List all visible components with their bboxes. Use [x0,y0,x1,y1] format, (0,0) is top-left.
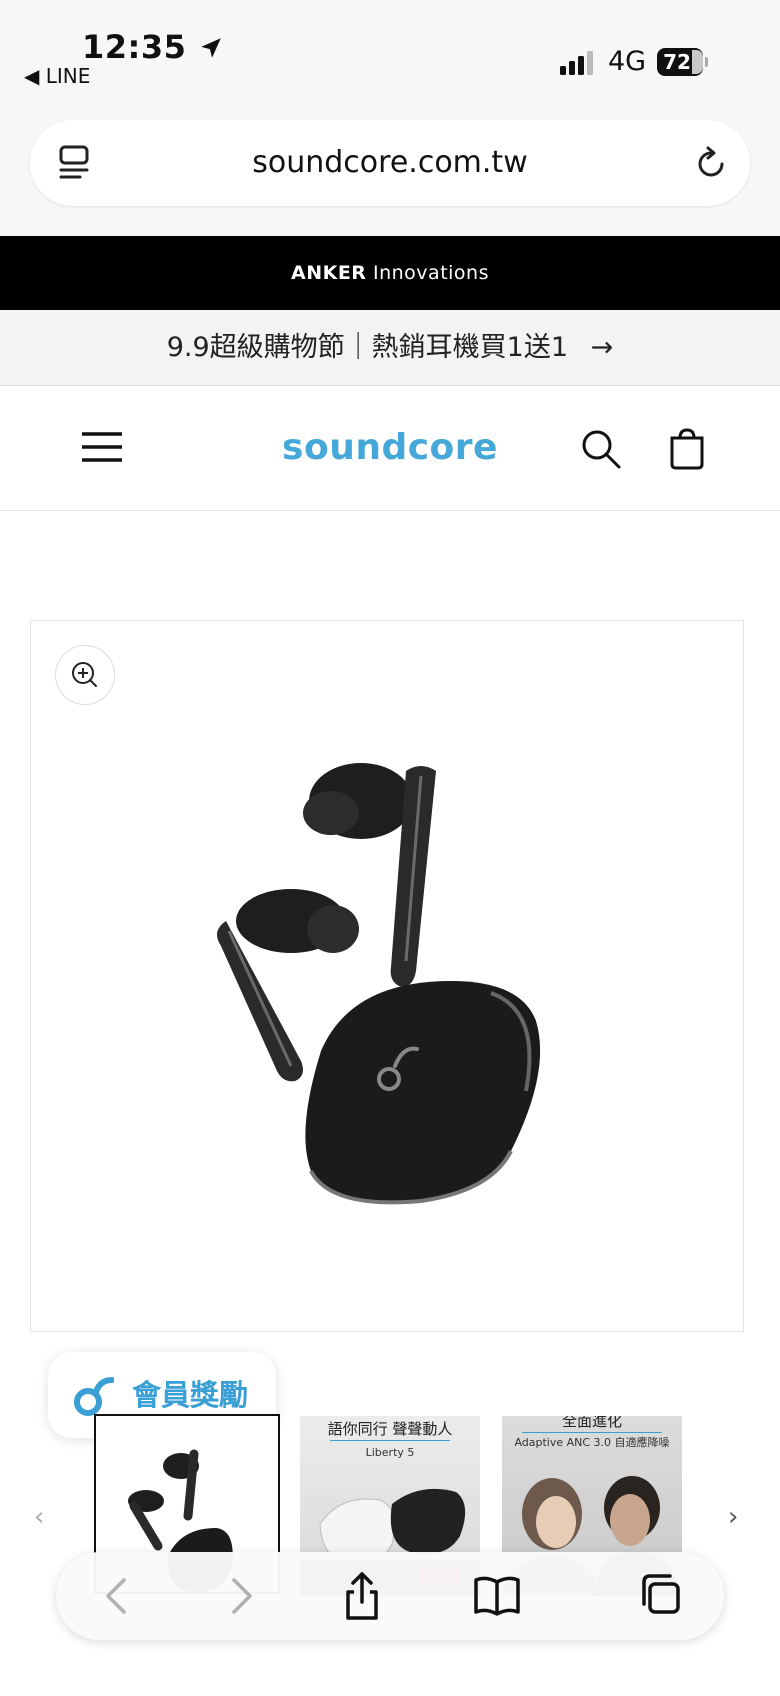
soundcore-logo[interactable]: soundcore [0,386,780,510]
charging-case [305,981,541,1205]
shopping-bag-icon[interactable] [666,428,708,470]
thumbnail-2-subtitle: Liberty 5 [365,1446,415,1459]
reader-mode-icon[interactable] [58,144,94,182]
share-icon[interactable] [340,1568,384,1624]
anker-innovations-banner[interactable]: ANKER Innovations [0,236,780,310]
tabs-icon[interactable] [636,1568,684,1624]
address-bar[interactable]: soundcore.com.tw [30,120,750,206]
thumbnail-prev-icon[interactable]: ‹ [34,1502,44,1532]
reload-icon[interactable] [694,144,730,182]
url-text[interactable]: soundcore.com.tw [30,120,750,206]
thumbnail-2-title: 語你同行 聲聲動人 [327,1420,453,1438]
cellular-signal-icon [560,51,593,75]
zoom-button[interactable] [55,645,115,705]
thumbnail-3-title: 全面進化 [561,1416,622,1430]
browser-toolbar [56,1552,724,1640]
status-time: 12:35 [82,28,224,66]
promo-announcement[interactable]: 9.9超級購物節｜熱銷耳機買1送1 → [0,310,780,386]
battery-icon: 72 [657,48,708,76]
soundcore-logo-icon [74,1377,114,1416]
forward-arrow-icon[interactable] [222,1568,262,1624]
network-type: 4G [608,46,647,77]
arrow-right-icon: → [590,332,614,363]
battery-level: 72 [663,50,691,74]
earbuds-product-image [217,763,541,1205]
thumbnail-3-subtitle: Adaptive ANC 3.0 自適應降噪 [514,1436,670,1449]
back-to-app-link[interactable]: ◀ LINE [24,64,90,88]
search-icon[interactable] [580,428,622,470]
zoom-in-icon [72,662,97,687]
location-arrow-icon [201,38,221,58]
bookmarks-icon[interactable] [472,1568,522,1624]
product-media-gallery[interactable] [30,620,744,1332]
promo-text: 9.9超級購物節｜熱銷耳機買1送1 [166,332,569,363]
thumbnail-next-icon[interactable]: › [728,1502,738,1532]
site-header: soundcore [0,386,780,511]
earbud-right [303,763,436,987]
back-arrow-icon[interactable] [96,1568,136,1624]
